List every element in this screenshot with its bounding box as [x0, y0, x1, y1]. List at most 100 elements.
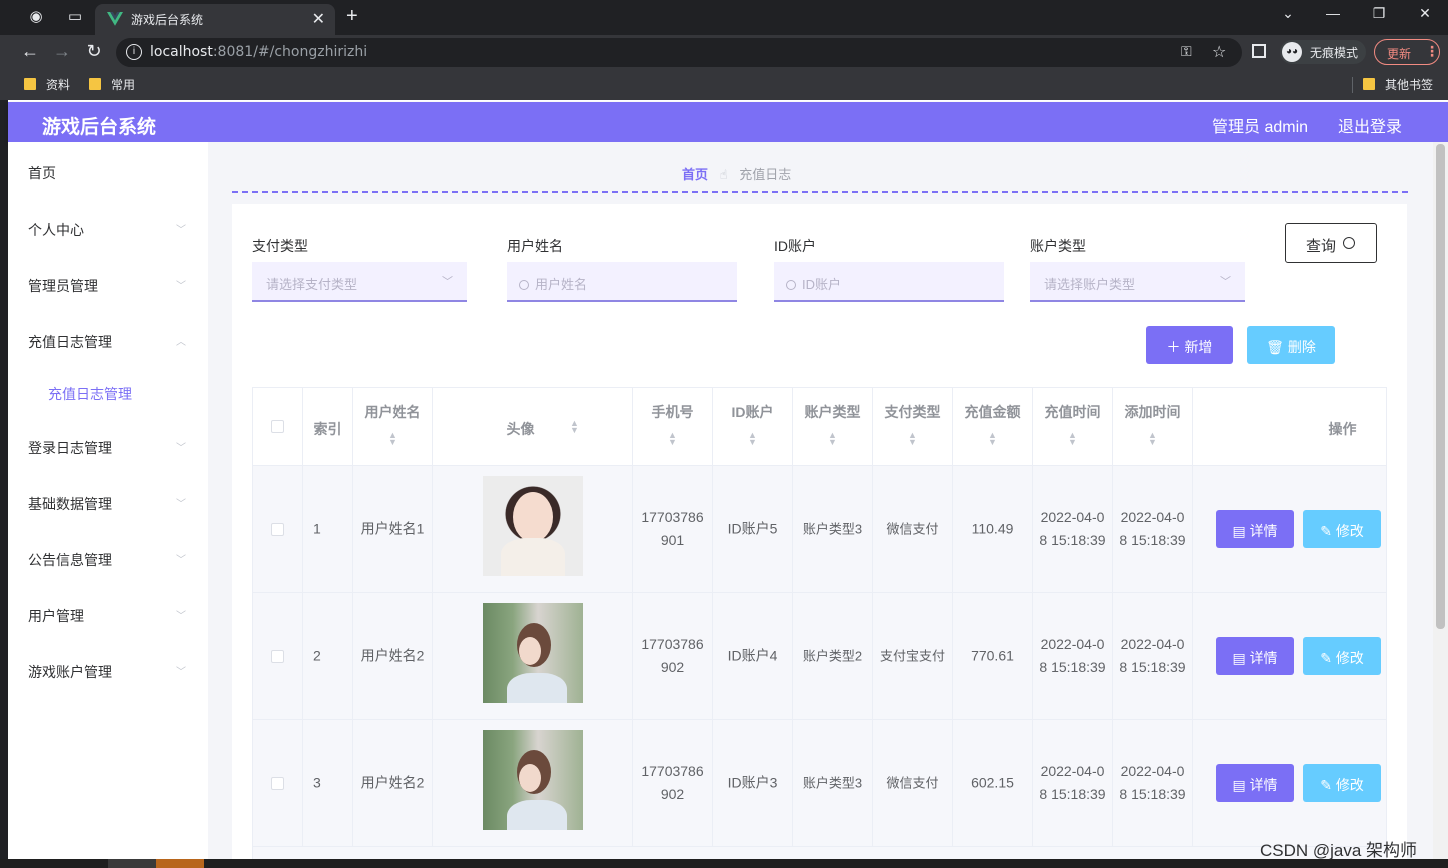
update-button[interactable]: 更新 ⋮: [1374, 39, 1440, 65]
header-add-time-sortable[interactable]: 添加时间 ▲ ▼: [1113, 388, 1193, 465]
sort-icon[interactable]: ▲ ▼: [873, 431, 952, 447]
header-amount-sortable[interactable]: 充值金额 ▲ ▼: [953, 388, 1033, 465]
cell-pay-type: 微信支付: [886, 775, 939, 791]
back-icon[interactable]: ←: [19, 41, 41, 62]
search-icon: [1343, 237, 1355, 249]
edit-button[interactable]: ✎ 修改: [1303, 510, 1381, 548]
avatar: [483, 730, 583, 830]
cell-index: 3: [313, 774, 321, 791]
sidebar-subitem-recharge-log[interactable]: 充值日志管理: [48, 384, 132, 404]
sidebar-item-users[interactable]: 用户管理: [28, 606, 84, 626]
sidebar-item-profile[interactable]: 个人中心: [28, 220, 84, 240]
taskbar-item[interactable]: [156, 859, 204, 868]
pencil-icon: ✎: [1320, 650, 1336, 666]
query-button[interactable]: 查询: [1285, 223, 1377, 263]
table-header: 索引 用户姓名 ▲ ▼ 头像 ▲ ▼ 手机号 ▲ ▼ ID账户 ▲ ▼ 账户类型 ▲ ▼ 支付类型 ▲…: [253, 388, 1386, 466]
logout-link[interactable]: 退出登录: [1338, 113, 1402, 137]
sort-icon[interactable]: ▲ ▼: [713, 431, 792, 447]
delete-button[interactable]: 🗑︎ 删除: [1247, 326, 1335, 364]
cell-phone: 17703786902: [641, 636, 704, 675]
edit-button[interactable]: ✎ 修改: [1303, 764, 1381, 802]
cell-index: 2: [313, 647, 321, 664]
cell-account-type: 账户类型3: [802, 521, 863, 537]
bookmark-folder[interactable]: 常用: [89, 76, 135, 93]
edit-button[interactable]: ✎ 修改: [1303, 637, 1381, 675]
scrollbar-thumb[interactable]: [1436, 144, 1445, 629]
username-input[interactable]: 用户姓名: [507, 262, 737, 302]
avatar: [483, 476, 583, 576]
sidebar-item-basic-data[interactable]: 基础数据管理: [28, 494, 112, 514]
cell-amount: 770.61: [971, 647, 1014, 664]
row-checkbox[interactable]: [271, 777, 284, 790]
key-icon[interactable]: ⚿: [1181, 43, 1192, 60]
detail-button[interactable]: ▤ 详情: [1216, 764, 1294, 802]
forward-icon[interactable]: →: [51, 41, 73, 62]
sidebar-item-login-log[interactable]: 登录日志管理: [28, 438, 112, 458]
chevron-down-icon[interactable]: ⌄: [1278, 5, 1298, 22]
row-checkbox[interactable]: [271, 523, 284, 536]
header-avatar-sortable[interactable]: 头像 ▲ ▼: [433, 388, 633, 465]
table-row: 3 用户姓名2 17703786902 ID账户3 账户类型3 微信支付 602…: [253, 720, 1386, 847]
reload-icon[interactable]: ↻: [83, 41, 105, 62]
sort-icon[interactable]: ▲ ▼: [1033, 431, 1112, 447]
chevron-up-icon: ︿: [176, 337, 186, 348]
table-row: 1 用户姓名1 17703786901 ID账户5 账户类型3 微信支付 110…: [253, 466, 1386, 593]
vue-logo-icon: [107, 12, 123, 26]
trash-icon: 🗑︎: [1266, 339, 1288, 355]
account-input[interactable]: ID账户: [774, 262, 1004, 302]
url-field[interactable]: i localhost:8081/#/chongzhirizhi ⚿ ☆: [116, 38, 1242, 67]
sidebar-item-recharge-log[interactable]: 充值日志管理: [28, 332, 112, 352]
header-account-sortable[interactable]: ID账户 ▲ ▼: [713, 388, 793, 465]
sidebar-item-home[interactable]: 首页: [28, 163, 56, 183]
folder-icon: [24, 78, 36, 90]
cell-add-time: 2022-04-08 15:18:39: [1119, 636, 1186, 675]
cell-name: 用户姓名1: [360, 520, 425, 537]
incognito-badge[interactable]: ◕◕ 无痕模式: [1280, 40, 1366, 64]
header-account-type-sortable[interactable]: 账户类型 ▲ ▼: [793, 388, 873, 465]
bookmark-folder[interactable]: 资料: [24, 76, 70, 93]
incognito-icon: ◕◕: [1282, 42, 1302, 62]
detail-button[interactable]: ▤ 详情: [1216, 510, 1294, 548]
document-icon: ▤: [1232, 523, 1250, 539]
breadcrumb-home[interactable]: 首页: [682, 167, 708, 182]
document-icon: ▤: [1232, 777, 1250, 793]
detail-button[interactable]: ▤ 详情: [1216, 637, 1294, 675]
new-tab-icon[interactable]: +: [346, 5, 358, 28]
close-tab-icon[interactable]: ✕: [312, 9, 325, 29]
site-info-icon[interactable]: i: [126, 44, 142, 60]
account-type-select[interactable]: 请选择账户类型 ﹀: [1030, 262, 1245, 302]
select-all-checkbox[interactable]: [271, 420, 284, 433]
header-phone-sortable[interactable]: 手机号 ▲ ▼: [633, 388, 713, 465]
update-label: 更新: [1387, 47, 1412, 61]
header-index: 索引: [313, 421, 342, 437]
globe-icon[interactable]: ◉: [27, 8, 45, 26]
browser-tab-bar: ◉ ▭ 游戏后台系统 ✕ + ⌄ — ❐ ✕: [0, 0, 1448, 35]
sort-icon[interactable]: ▲ ▼: [1113, 431, 1192, 447]
sidebar-item-admin[interactable]: 管理员管理: [28, 276, 98, 296]
window-close-icon[interactable]: ✕: [1415, 5, 1435, 22]
add-button[interactable]: ＋ 新增: [1146, 326, 1233, 364]
sort-icon[interactable]: ▲ ▼: [953, 431, 1032, 447]
restore-icon[interactable]: ❐: [1369, 5, 1389, 22]
minimize-icon[interactable]: —: [1323, 5, 1343, 21]
pay-type-select[interactable]: 请选择支付类型 ﹀: [252, 262, 467, 302]
search-icon: [786, 280, 796, 290]
side-panel-icon[interactable]: [1252, 44, 1266, 58]
page-scrollbar[interactable]: [1433, 142, 1448, 868]
taskbar-item[interactable]: [108, 859, 156, 868]
row-checkbox[interactable]: [271, 650, 284, 663]
header-recharge-time-sortable[interactable]: 充值时间 ▲ ▼: [1033, 388, 1113, 465]
filter-label-account-type: 账户类型: [1030, 238, 1086, 254]
star-icon[interactable]: ☆: [1212, 42, 1226, 62]
cell-phone: 17703786902: [641, 763, 704, 802]
browser-tab[interactable]: 游戏后台系统 ✕: [95, 4, 335, 35]
tab-search-icon[interactable]: ▭: [66, 8, 84, 26]
header-pay-type-sortable[interactable]: 支付类型 ▲ ▼: [873, 388, 953, 465]
sidebar-item-game-account[interactable]: 游戏账户管理: [28, 662, 112, 682]
other-bookmarks[interactable]: 其他书签: [1363, 76, 1433, 93]
url-text: localhost:8081/#/chongzhirizhi: [150, 44, 368, 60]
sidebar-item-notice[interactable]: 公告信息管理: [28, 550, 112, 570]
sort-icon[interactable]: ▲ ▼: [793, 431, 872, 447]
filter-label-pay-type: 支付类型: [252, 238, 308, 254]
sort-icon[interactable]: ▲ ▼: [633, 431, 712, 447]
